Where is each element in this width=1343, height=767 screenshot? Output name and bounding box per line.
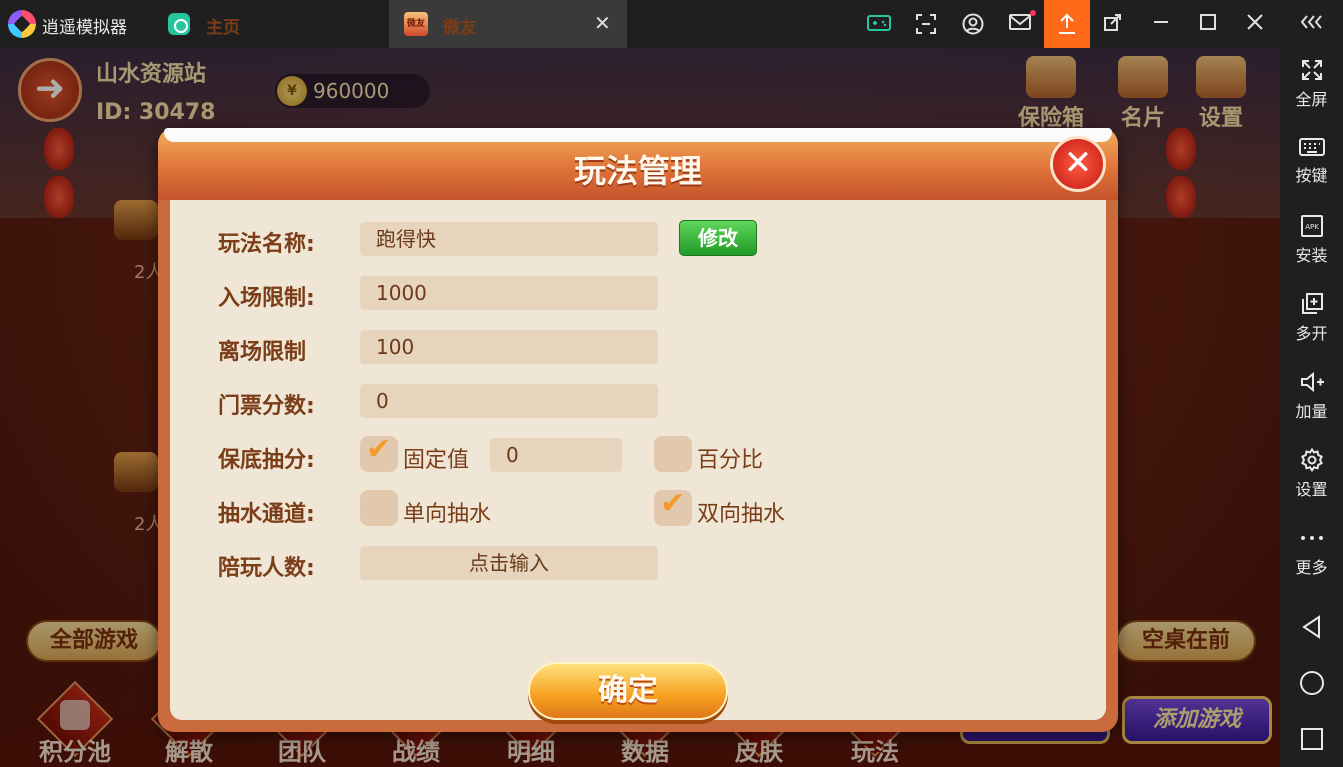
screenshot-icon[interactable] [903,0,949,48]
apk-icon: APK [1300,215,1323,237]
android-home-button[interactable] [1280,658,1343,708]
sidebar-item-keymapping[interactable]: 按键 [1280,126,1343,196]
two-way-draw-label: 双向抽水 [697,502,786,527]
maximize-icon[interactable] [1185,0,1231,48]
keyboard-icon [1298,138,1325,156]
row-draw-channel: 抽水通道: 单向抽水 ✔ 双向抽水 [170,486,1106,530]
weiyou-app-icon: 微友 [404,12,428,36]
multi-instance-icon [1301,293,1323,314]
sidebar-item-volume-up[interactable]: 加量 [1280,360,1343,430]
gamepad-icon[interactable] [856,0,902,48]
leave-limit-label: 离场限制 [218,340,307,365]
sidebar-item-settings[interactable]: 设置 [1280,438,1343,508]
row-rule-name: 玩法名称: 跑得快 修改 [170,220,1106,260]
svg-text:APK: APK [1305,223,1319,231]
account-icon[interactable] [950,0,996,48]
notification-dot [1030,10,1036,16]
sidebar-item-more[interactable]: 更多 [1280,516,1343,586]
mail-icon[interactable] [997,0,1043,48]
row-entry-limit: 入场限制: 1000 [170,274,1106,314]
minimize-icon[interactable] [1138,0,1184,48]
fixed-value-checkbox[interactable]: ✔ [360,432,398,472]
fixed-value-field[interactable]: 0 [490,438,622,472]
gear-icon [1300,448,1323,472]
emulator-app-name: 逍遥模拟器 [42,18,127,38]
close-window-icon[interactable] [1232,0,1278,48]
volume-up-icon [1300,371,1324,393]
companion-count-label: 陪玩人数: [218,556,315,581]
tab-home-label: 主页 [206,18,240,38]
back-triangle-icon [1301,615,1320,639]
dialog-title: 玩法管理 [573,152,702,190]
two-way-draw-checkbox[interactable]: ✔ [654,486,692,526]
one-way-draw-label: 单向抽水 [403,502,492,527]
tab-close-icon[interactable]: ✕ [594,11,611,35]
entry-limit-field[interactable]: 1000 [360,276,658,310]
fullscreen-icon [1301,60,1322,80]
game-screen: ➜ 山水资源站 ID: 30478 ¥ 960000 保险箱 名片 设置 2人 … [0,48,1280,767]
dialog-header: 玩法管理 [158,128,1118,200]
rules-management-dialog: 玩法管理 ✕ 玩法名称: 跑得快 修改 入场限制: 1000 离场限制 100 … [158,128,1118,732]
dialog-close-button[interactable]: ✕ [1050,136,1106,192]
tab-weiyou-label: 微友 [443,18,477,38]
upload-icon[interactable] [1044,0,1090,48]
recents-square-icon [1300,728,1323,750]
emulator-sidebar: 全屏 按键 APK 安装 多开 加量 设置 更多 [1280,48,1343,767]
home-icon [168,13,190,35]
draw-channel-label: 抽水通道: [218,502,315,527]
dialog-body: 玩法名称: 跑得快 修改 入场限制: 1000 离场限制 100 门票分数: 0… [170,200,1106,720]
collapse-sidebar-icon[interactable] [1287,0,1337,48]
more-icon [1300,536,1323,540]
sidebar-item-multi-instance[interactable]: 多开 [1280,282,1343,352]
tab-home[interactable]: 主页 [160,0,388,48]
sync-window-icon[interactable] [1091,0,1137,48]
leave-limit-field[interactable]: 100 [360,330,658,364]
android-recents-button[interactable] [1280,714,1343,764]
checkmark-icon: ✔ [366,432,392,467]
companion-count-field[interactable]: 点击输入 [360,546,658,580]
row-guarantee-draw: 保底抽分: ✔ 固定值 0 百分比 [170,432,1106,476]
home-circle-icon [1299,671,1324,695]
rule-name-field[interactable]: 跑得快 [360,222,658,256]
sidebar-item-install[interactable]: APK 安装 [1280,204,1343,274]
emulator-titlebar: 逍遥模拟器 主页 微友 微友 ✕ [0,0,1343,48]
entry-limit-label: 入场限制: [218,286,315,311]
row-leave-limit: 离场限制 100 [170,328,1106,368]
emulator-logo-icon [8,10,36,38]
ticket-score-label: 门票分数: [218,394,315,419]
android-back-button[interactable] [1280,602,1343,652]
checkmark-icon: ✔ [660,486,686,521]
row-ticket-score: 门票分数: 0 [170,382,1106,422]
edit-rule-name-button[interactable]: 修改 [679,220,757,256]
guarantee-draw-label: 保底抽分: [218,448,315,473]
rule-name-label: 玩法名称: [218,232,315,257]
fixed-value-label: 固定值 [403,448,470,473]
row-companion-count: 陪玩人数: 点击输入 [170,544,1106,584]
one-way-draw-checkbox[interactable] [360,490,398,526]
ticket-score-field[interactable]: 0 [360,384,658,418]
percentage-label: 百分比 [697,448,764,473]
confirm-button[interactable]: 确定 [528,662,728,720]
tab-weiyou[interactable]: 微友 微友 ✕ [389,0,627,48]
percentage-checkbox[interactable] [654,436,692,472]
sidebar-item-fullscreen[interactable]: 全屏 [1280,48,1343,118]
